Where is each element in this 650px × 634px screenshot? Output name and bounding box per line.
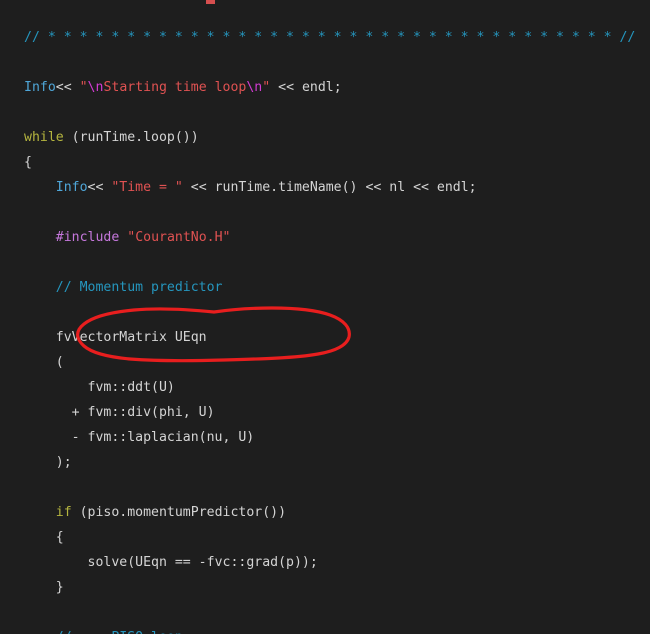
code-line: Info<< "\nStarting time loop\n" << endl; (0, 75, 650, 100)
code-line: #include "CourantNo.H" (0, 225, 650, 250)
code-line: solve(UEqn == -fvc::grad(p)); (0, 550, 650, 575)
code-line: { (0, 150, 650, 175)
code-token-pl: + fvm::div(phi, U) (71, 405, 215, 420)
code-line: + fvm::div(phi, U) (0, 400, 650, 425)
code-token-pl: } (55, 580, 64, 595)
code-line: while (runTime.loop()) (0, 125, 650, 150)
code-token-esc: \n (87, 80, 104, 95)
code-token-pl: ); (55, 455, 72, 470)
code-token-str: "Time = " (111, 180, 183, 195)
code-line: ); (0, 450, 650, 475)
code-line: // Momentum predictor (0, 275, 650, 300)
code-line: // --- PISO loop (0, 625, 650, 634)
code-token-pl: { (24, 155, 32, 170)
code-token-cmt: // Momentum predictor (55, 280, 223, 295)
code-token-id: Info (24, 80, 56, 95)
code-text-area[interactable]: // * * * * * * * * * * * * * * * * * * *… (0, 0, 650, 634)
code-token-str: " (262, 80, 271, 95)
code-line: } (0, 575, 650, 600)
code-token-esc: \n (246, 80, 263, 95)
code-line: // * * * * * * * * * * * * * * * * * * *… (0, 25, 650, 50)
code-token-pp: #include (55, 230, 120, 245)
code-editor-viewport[interactable]: // * * * * * * * * * * * * * * * * * * *… (0, 0, 650, 634)
code-token-str: "CourantNo.H" (127, 230, 231, 245)
code-token-pl: (piso.momentumPredictor()) (71, 505, 287, 520)
code-token-pl: << (55, 80, 80, 95)
code-token-pl: << endl; (270, 80, 342, 95)
code-token-str: " (79, 80, 88, 95)
code-line: Info<< "Time = " << runTime.timeName() <… (0, 175, 650, 200)
code-token-pl: (runTime.loop()) (63, 130, 199, 145)
code-token-pl: << (87, 180, 112, 195)
code-token-pl: solve(UEqn == -fvc::grad(p)); (87, 555, 318, 570)
code-token-cmt: // * * * * * * * * * * * * * * * * * * *… (24, 30, 636, 45)
code-token-id: Info (55, 180, 88, 195)
code-line: if (piso.momentumPredictor()) (0, 500, 650, 525)
code-token-pl: ( (55, 355, 64, 370)
code-token-cmt: // --- PISO loop (56, 630, 183, 634)
code-token-str: Starting time loop (103, 80, 247, 95)
code-token-pl: { (55, 530, 64, 545)
code-token-pl: fvVectorMatrix UEqn (55, 330, 207, 345)
code-token-kw: while (24, 130, 64, 145)
code-token-pl: fvm::ddt(U) (87, 380, 175, 395)
code-line: ( (0, 350, 650, 375)
code-line: { (0, 525, 650, 550)
code-line: fvm::ddt(U) (0, 375, 650, 400)
code-token-pl: - fvm::laplacian(nu, U) (71, 430, 255, 445)
code-token-pl: << runTime.timeName() << nl << endl; (182, 180, 477, 195)
code-token-kw: if (55, 505, 72, 520)
code-line: - fvm::laplacian(nu, U) (0, 425, 650, 450)
code-line: fvVectorMatrix UEqn (0, 325, 650, 350)
